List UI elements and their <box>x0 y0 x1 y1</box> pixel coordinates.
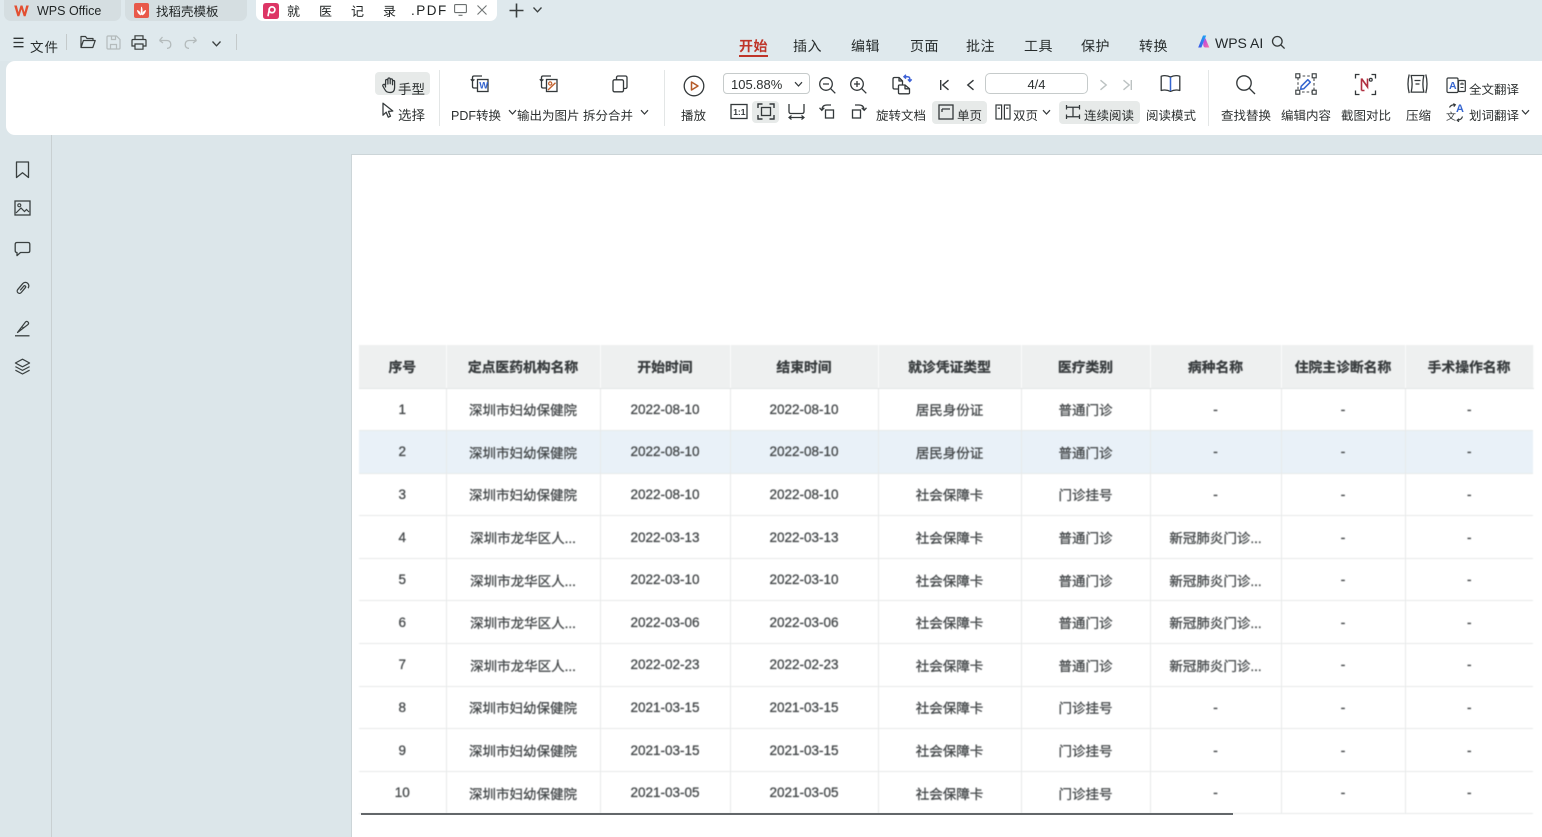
svg-text:W: W <box>479 81 488 92</box>
svg-text:1:1: 1:1 <box>733 107 746 117</box>
svg-text:文: 文 <box>1446 108 1456 122</box>
svg-text:A: A <box>1449 80 1457 92</box>
svg-text:A: A <box>1456 103 1464 115</box>
